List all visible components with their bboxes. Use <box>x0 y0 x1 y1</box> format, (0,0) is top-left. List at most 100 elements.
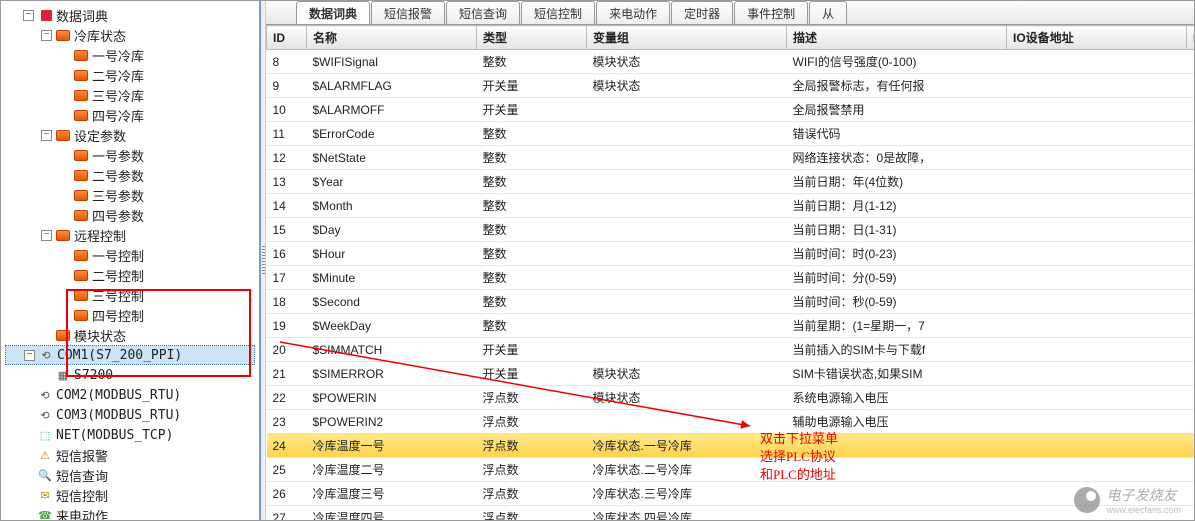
table-row[interactable]: 21$SIMERROR开关量模块状态SIM卡错误状态,如果SIM <box>267 362 1195 386</box>
annotation-line: 选择PLC协议 <box>760 448 838 466</box>
cell-type: 整数 <box>477 314 587 338</box>
table-row[interactable]: 22$POWERIN浮点数模块状态系统电源输入电压 <box>267 386 1195 410</box>
tab[interactable]: 事件控制 <box>734 1 808 24</box>
cell-desc: 当前星期：(1=星期一，7 <box>787 314 1007 338</box>
table-row[interactable]: 20$SIMMATCH开关量当前插入的SIM卡与下载f <box>267 338 1195 362</box>
tree-item[interactable]: 二号参数 <box>5 165 255 185</box>
tree-item[interactable]: ⟲COM3(MODBUS_RTU) <box>5 405 255 425</box>
column-header[interactable]: 名称 <box>307 26 477 50</box>
table-row[interactable]: 26冷库温度三号浮点数冷库状态.三号冷库 <box>267 482 1195 506</box>
table-row[interactable]: 17$Minute整数当前时间：分(0-59) <box>267 266 1195 290</box>
cell-io <box>1007 434 1187 458</box>
tree-item[interactable]: 三号控制 <box>5 285 255 305</box>
tab[interactable]: 短信查询 <box>446 1 520 24</box>
tree-label: 四号参数 <box>92 206 144 225</box>
tree-item[interactable]: ☎来电动作 <box>5 505 255 520</box>
tree-icon <box>37 8 53 22</box>
tree-item[interactable]: 一号冷库 <box>5 45 255 65</box>
cell-i <box>1187 290 1195 314</box>
cell-i <box>1187 314 1195 338</box>
cell-type: 开关量 <box>477 338 587 362</box>
cell-id: 21 <box>267 362 307 386</box>
tree-item[interactable]: ▦S7200 <box>5 365 255 385</box>
column-header[interactable]: 描述 <box>787 26 1007 50</box>
table-row[interactable]: 24冷库温度一号浮点数冷库状态.一号冷库 <box>267 434 1195 458</box>
cell-id: 10 <box>267 98 307 122</box>
tab[interactable]: 定时器 <box>671 1 733 24</box>
tree-item[interactable]: 模块状态 <box>5 325 255 345</box>
tree-label: COM1(S7_200_PPI) <box>57 348 182 363</box>
cell-name: $ALARMOFF <box>307 98 477 122</box>
tree-item[interactable]: 三号冷库 <box>5 85 255 105</box>
tree-icon <box>55 128 71 142</box>
tree-label: NET(MODBUS_TCP) <box>56 428 173 443</box>
splitter[interactable] <box>261 1 266 520</box>
column-header[interactable]: 变量组 <box>587 26 787 50</box>
tab[interactable]: 短信报警 <box>371 1 445 24</box>
tree-item[interactable]: ⟲COM2(MODBUS_RTU) <box>5 385 255 405</box>
tree-label: 短信控制 <box>56 486 108 505</box>
tree-toggle[interactable]: − <box>41 230 52 241</box>
table-row[interactable]: 16$Hour整数当前时间：时(0-23) <box>267 242 1195 266</box>
tab-bar: 数据词典短信报警短信查询短信控制来电动作定时器事件控制从 <box>266 1 1194 25</box>
tab[interactable]: 来电动作 <box>596 1 670 24</box>
column-header[interactable]: I <box>1187 26 1195 50</box>
tree-item[interactable]: ⚠短信报警 <box>5 445 255 465</box>
table-row[interactable]: 9$ALARMFLAG开关量模块状态全局报警标志，有任何报 <box>267 74 1195 98</box>
table-row[interactable]: 18$Second整数当前时间：秒(0-59) <box>267 290 1195 314</box>
cell-id: 8 <box>267 50 307 74</box>
tree-toggle[interactable]: − <box>24 350 35 361</box>
cell-id: 23 <box>267 410 307 434</box>
table-row[interactable]: 10$ALARMOFF开关量全局报警禁用 <box>267 98 1195 122</box>
cell-id: 26 <box>267 482 307 506</box>
table-row[interactable]: 19$WeekDay整数当前星期：(1=星期一，7 <box>267 314 1195 338</box>
table-row[interactable]: 13$Year整数当前日期：年(4位数) <box>267 170 1195 194</box>
tree-item[interactable]: −⟲COM1(S7_200_PPI) <box>5 345 255 365</box>
table-row[interactable]: 14$Month整数当前日期：月(1-12) <box>267 194 1195 218</box>
tab[interactable]: 从 <box>809 1 847 24</box>
tree-icon <box>73 268 89 282</box>
tree-icon: ✉ <box>37 488 53 502</box>
tab[interactable]: 短信控制 <box>521 1 595 24</box>
tab[interactable]: 数据词典 <box>296 1 370 24</box>
table-row[interactable]: 8$WIFISignal整数模块状态WIFI的信号强度(0-100) <box>267 50 1195 74</box>
tree-toggle[interactable]: − <box>41 130 52 141</box>
cell-name: 冷库温度一号 <box>307 434 477 458</box>
tree-item[interactable]: −冷库状态 <box>5 25 255 45</box>
cell-group <box>587 410 787 434</box>
tree-item[interactable]: 四号冷库 <box>5 105 255 125</box>
tree-toggle[interactable]: − <box>23 10 34 21</box>
tree-item[interactable]: −远程控制 <box>5 225 255 245</box>
tree-item[interactable]: −数据词典 <box>5 5 255 25</box>
cell-i <box>1187 74 1195 98</box>
tree-item[interactable]: 二号冷库 <box>5 65 255 85</box>
table-row[interactable]: 12$NetState整数网络连接状态：0是故障， <box>267 146 1195 170</box>
tree-icon <box>73 308 89 322</box>
cell-i <box>1187 146 1195 170</box>
tree-item[interactable]: ✉短信控制 <box>5 485 255 505</box>
table-row[interactable]: 25冷库温度二号浮点数冷库状态.二号冷库 <box>267 458 1195 482</box>
column-header[interactable]: ID <box>267 26 307 50</box>
cell-type: 开关量 <box>477 362 587 386</box>
table-row[interactable]: 11$ErrorCode整数错误代码 <box>267 122 1195 146</box>
cell-i <box>1187 170 1195 194</box>
tree-toggle[interactable]: − <box>41 30 52 41</box>
tree-item[interactable]: 一号参数 <box>5 145 255 165</box>
tree-item[interactable]: 二号控制 <box>5 265 255 285</box>
cell-name: $SIMMATCH <box>307 338 477 362</box>
tree-item[interactable]: 四号控制 <box>5 305 255 325</box>
tree-item[interactable]: 四号参数 <box>5 205 255 225</box>
tree-item[interactable]: ⬚NET(MODBUS_TCP) <box>5 425 255 445</box>
cell-group: 模块状态 <box>587 362 787 386</box>
tree-item[interactable]: 🔍短信查询 <box>5 465 255 485</box>
table-row[interactable]: 23$POWERIN2浮点数辅助电源输入电压 <box>267 410 1195 434</box>
column-header[interactable]: IO设备地址 <box>1007 26 1187 50</box>
column-header[interactable]: 类型 <box>477 26 587 50</box>
table-wrap: ID名称类型变量组描述IO设备地址I 8$WIFISignal整数模块状态WIF… <box>266 25 1194 520</box>
cell-io <box>1007 338 1187 362</box>
table-row[interactable]: 15$Day整数当前日期：日(1-31) <box>267 218 1195 242</box>
table-row[interactable]: 27冷库温度四号浮点数冷库状态.四号冷库 <box>267 506 1195 521</box>
tree-item[interactable]: −设定参数 <box>5 125 255 145</box>
tree-item[interactable]: 一号控制 <box>5 245 255 265</box>
tree-item[interactable]: 三号参数 <box>5 185 255 205</box>
